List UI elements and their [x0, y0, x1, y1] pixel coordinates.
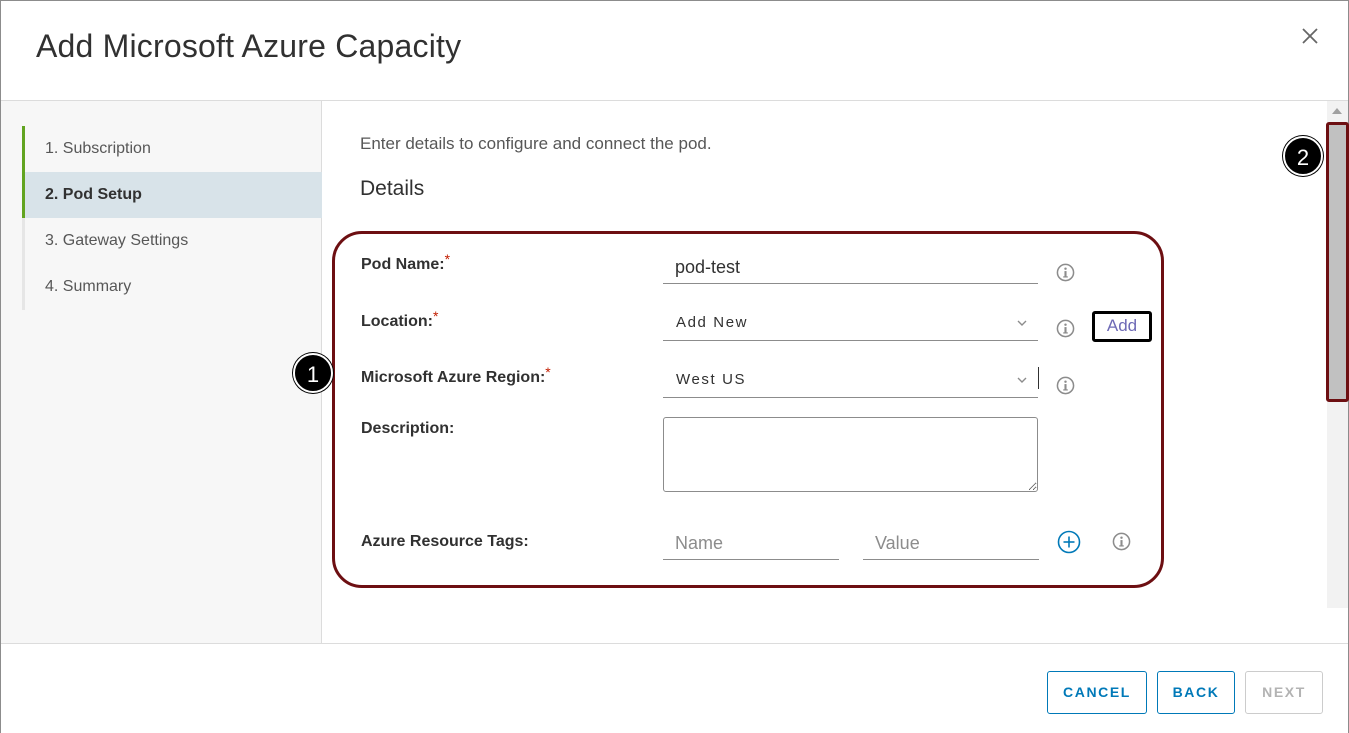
chevron-down-icon: [1017, 377, 1027, 383]
resource-tags-label: Azure Resource Tags:: [361, 533, 529, 550]
tag-name-input[interactable]: [663, 527, 839, 560]
intro-text: Enter details to configure and connect t…: [360, 134, 712, 153]
azure-region-select[interactable]: West US: [663, 363, 1038, 398]
description-textarea[interactable]: [663, 417, 1038, 492]
info-icon[interactable]: [1056, 319, 1075, 338]
scrollbar-thumb[interactable]: [1326, 122, 1349, 402]
annotation-badge-1: 1: [293, 353, 333, 393]
add-tag-plus-icon[interactable]: [1057, 530, 1081, 554]
annotation-badge-2: 2: [1283, 136, 1323, 176]
dialog-header: Add Microsoft Azure Capacity: [1, 1, 1348, 101]
text-cursor: [1038, 367, 1039, 389]
step-label: 2. Pod Setup: [45, 186, 142, 203]
step-pod-setup[interactable]: 2. Pod Setup: [22, 172, 322, 218]
info-icon[interactable]: [1056, 263, 1075, 282]
scroll-up-arrow-icon[interactable]: [1332, 108, 1342, 114]
step-summary[interactable]: 4. Summary: [22, 264, 322, 310]
chevron-down-icon: [1017, 320, 1027, 326]
location-selected-value: Add New: [676, 314, 749, 331]
pod-name-input[interactable]: [663, 251, 1038, 284]
location-label: Location:*: [361, 308, 439, 330]
required-marker: *: [545, 364, 551, 380]
required-marker: *: [444, 251, 451, 267]
step-label: 3. Gateway Settings: [45, 232, 189, 249]
step-label: 4. Summary: [45, 278, 132, 295]
dialog-footer: CANCEL BACK NEXT: [1, 643, 1348, 733]
pod-name-label: Pod Name:*: [361, 251, 451, 273]
section-title: Details: [360, 177, 425, 200]
location-select[interactable]: Add New: [663, 306, 1038, 341]
back-button[interactable]: BACK: [1157, 671, 1235, 714]
info-icon[interactable]: [1056, 376, 1075, 395]
next-button[interactable]: NEXT: [1245, 671, 1323, 714]
step-gateway-settings[interactable]: 3. Gateway Settings: [22, 218, 322, 264]
required-marker: *: [433, 308, 439, 324]
close-icon[interactable]: [1297, 23, 1323, 49]
wizard-step-nav: 1. Subscription 2. Pod Setup 3. Gateway …: [1, 101, 322, 643]
add-location-link[interactable]: Add: [1092, 311, 1152, 342]
step-label: 1. Subscription: [45, 140, 151, 157]
step-subscription[interactable]: 1. Subscription: [22, 126, 322, 172]
add-azure-capacity-dialog: Add Microsoft Azure Capacity 1. Subscrip…: [0, 0, 1349, 733]
description-label: Description:: [361, 420, 455, 437]
info-icon[interactable]: [1112, 532, 1131, 551]
region-selected-value: West US: [676, 371, 747, 388]
dialog-title: Add Microsoft Azure Capacity: [36, 28, 462, 64]
cancel-button[interactable]: CANCEL: [1047, 671, 1147, 714]
tag-value-input[interactable]: [863, 527, 1039, 560]
azure-region-label: Microsoft Azure Region:*: [361, 364, 551, 386]
